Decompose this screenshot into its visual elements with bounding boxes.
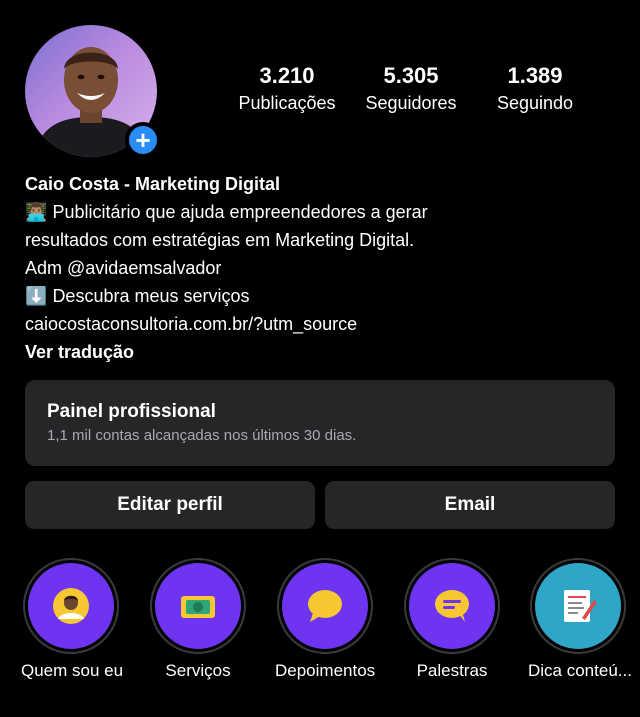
- highlight-ring: [23, 558, 119, 654]
- message-icon: [409, 563, 495, 649]
- highlight-label: Palestras: [416, 661, 488, 680]
- bio-line-2: resultados com estratégias em Marketing …: [25, 230, 415, 250]
- highlight-ring: [404, 558, 500, 654]
- stat-followers-value: 5.305: [383, 63, 439, 88]
- person-icon: [28, 563, 114, 649]
- highlight-depoimentos[interactable]: Depoimentos: [275, 558, 375, 682]
- add-story-icon[interactable]: +: [125, 122, 161, 158]
- dashboard-subtitle: 1,1 mil contas alcançadas nos últimos 30…: [47, 427, 357, 444]
- down-arrow-icon: ⬇️: [25, 286, 48, 306]
- highlight-label: Depoimentos: [275, 661, 376, 680]
- highlight-ring: [150, 558, 246, 654]
- stat-followers[interactable]: 5.305 Seguidores: [355, 62, 467, 116]
- edit-profile-button[interactable]: Editar perfil: [25, 481, 315, 529]
- profile-avatar-wrap[interactable]: +: [25, 25, 161, 158]
- profile-link[interactable]: caiocostaconsultoria.com.br/?utm_source: [25, 310, 625, 338]
- professional-dashboard[interactable]: Painel profissional 1,1 mil contas alcan…: [25, 380, 615, 466]
- highlight-quem-sou-eu[interactable]: Quem sou eu: [21, 558, 124, 682]
- stat-following[interactable]: 1.389 Seguindo: [487, 62, 583, 116]
- stat-followers-label: Seguidores: [365, 93, 457, 113]
- bio-text-4: Descubra meus serviços: [52, 286, 250, 306]
- speech-bubble-icon: [282, 563, 368, 649]
- profile-name: Caio Costa - Marketing Digital: [25, 174, 281, 194]
- highlight-label: Dica conteú...: [528, 661, 632, 680]
- highlight-dica-conteudo[interactable]: Dica conteú...: [528, 558, 632, 682]
- stat-following-value: 1.389: [507, 63, 563, 88]
- translate-link[interactable]: Ver tradução: [25, 338, 625, 366]
- stat-posts[interactable]: 3.210 Publicações: [232, 62, 342, 116]
- email-button[interactable]: Email: [325, 481, 615, 529]
- profile-bio: Caio Costa - Marketing Digital 👨🏽‍💻 Publ…: [25, 170, 625, 366]
- highlight-palestras[interactable]: Palestras: [402, 558, 502, 682]
- notepad-icon: [535, 563, 621, 649]
- bio-text-1: Publicitário que ajuda empreendedores a …: [52, 202, 428, 222]
- bio-line-4: ⬇️ Descubra meus serviços: [25, 282, 625, 310]
- highlight-ring: [277, 558, 373, 654]
- stat-posts-label: Publicações: [238, 93, 336, 113]
- bio-mention[interactable]: Adm @avidaemsalvador: [25, 254, 625, 282]
- highlight-label: Serviços: [165, 661, 231, 680]
- highlight-servicos[interactable]: Serviços: [148, 558, 248, 682]
- stat-following-label: Seguindo: [496, 93, 574, 113]
- money-icon: [155, 563, 241, 649]
- dashboard-title: Painel profissional: [47, 401, 216, 422]
- laptop-person-icon: 👨🏽‍💻: [25, 202, 48, 222]
- add-story-symbol: +: [135, 125, 151, 155]
- highlight-ring: [530, 558, 626, 654]
- highlight-label: Quem sou eu: [21, 661, 124, 680]
- stat-posts-value: 3.210: [259, 63, 315, 88]
- bio-line-1: 👨🏽‍💻 Publicitário que ajuda empreendedor…: [25, 198, 625, 226]
